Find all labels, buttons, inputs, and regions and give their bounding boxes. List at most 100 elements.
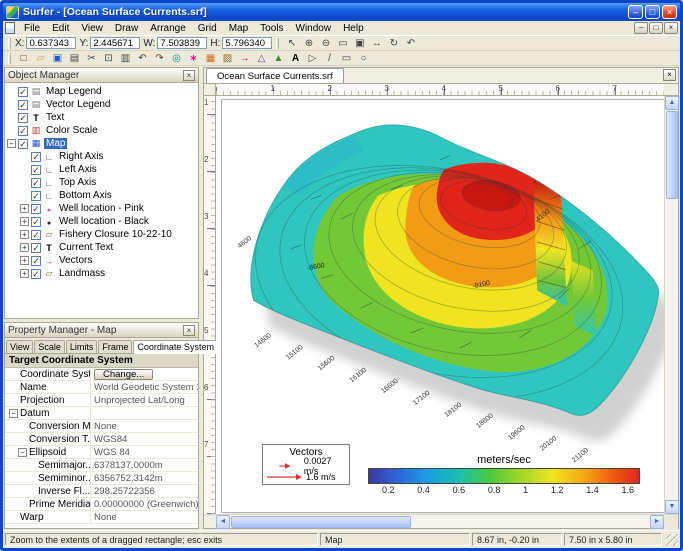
vertical-scrollbar[interactable]: ▲ ▼ <box>664 96 678 514</box>
close-button[interactable]: × <box>662 5 677 19</box>
menu-item[interactable]: Map <box>223 22 254 35</box>
menu-item[interactable]: View <box>75 22 109 35</box>
property-tab[interactable]: Limits <box>66 340 98 353</box>
property-row[interactable]: Semiminor... 6356752.3142m <box>5 472 198 485</box>
vector-legend-box[interactable]: Vectors 0.0027 m/s 1.6 m/s <box>262 444 350 485</box>
paste-icon[interactable]: ▥ <box>117 52 134 65</box>
previous-view-icon[interactable]: ↶ <box>402 37 419 50</box>
property-value[interactable]: World Geodetic System 1984 <box>91 382 198 393</box>
tree-item[interactable]: ✓ Map Legend <box>7 85 198 98</box>
property-value[interactable]: WGS 84 <box>91 447 198 458</box>
tree-checkbox[interactable]: ✓ <box>31 230 41 240</box>
zoom-full-extent-icon[interactable]: ▣ <box>351 37 368 50</box>
print-icon[interactable]: ▤ <box>66 52 83 65</box>
property-value[interactable]: 6378137.0000m <box>91 460 198 471</box>
tree-checkbox[interactable]: ✓ <box>18 113 28 123</box>
resize-grip[interactable] <box>664 533 678 546</box>
new-icon[interactable]: □ <box>15 52 32 65</box>
tree-item[interactable]: ✓ Color Scale <box>7 124 198 137</box>
property-tab[interactable]: Coordinate System <box>133 340 218 354</box>
vector-map-icon[interactable]: → <box>236 52 253 65</box>
tree-item[interactable]: ✓ Left Axis <box>20 163 198 176</box>
coord-input[interactable] <box>90 37 140 49</box>
property-row[interactable]: Prime Meridia... 0.00000000 (Greenwich) <box>5 498 198 511</box>
polygon-tool-icon[interactable]: ▷ <box>304 52 321 65</box>
menu-item[interactable]: Grid <box>192 22 223 35</box>
tree-item[interactable]: + ✓ Vectors <box>20 254 198 267</box>
tree-expander-icon[interactable]: + <box>20 230 29 239</box>
property-tab[interactable]: View <box>6 340 33 353</box>
minimize-button[interactable]: – <box>628 5 643 19</box>
property-row[interactable]: − Ellipsoid WGS 84 <box>5 446 198 459</box>
cut-icon[interactable]: ✂ <box>83 52 100 65</box>
tree-checkbox[interactable]: ✓ <box>31 191 41 201</box>
tree-checkbox[interactable]: ✓ <box>31 178 41 188</box>
doc-restore-button[interactable]: □ <box>649 22 663 34</box>
tree-checkbox[interactable]: ✓ <box>31 165 41 175</box>
tree-item[interactable]: ✓ Text <box>7 111 198 124</box>
property-value[interactable]: 298.25722356 <box>91 486 198 497</box>
save-icon[interactable]: ▣ <box>49 52 66 65</box>
tree-checkbox[interactable]: ✓ <box>18 139 28 149</box>
tree-checkbox[interactable]: ✓ <box>31 243 41 253</box>
menu-item[interactable]: Tools <box>254 22 289 35</box>
map-3d-surface[interactable]: 14600 15100 15600 16100 16600 17100 1810… <box>222 100 664 482</box>
menu-item[interactable]: Draw <box>109 22 144 35</box>
property-expander-icon[interactable]: − <box>9 409 18 418</box>
restore-button[interactable]: □ <box>645 5 660 19</box>
tree-checkbox[interactable]: ✓ <box>18 126 28 136</box>
tree-item[interactable]: + ✓ Well location - Black <box>20 215 198 228</box>
coord-input[interactable] <box>157 37 207 49</box>
property-row[interactable]: Conversion T... WGS84 <box>5 433 198 446</box>
scroll-right-icon[interactable]: ► <box>650 515 664 529</box>
property-value[interactable]: 0.00000000 (Greenwich) <box>91 499 198 510</box>
tree-item[interactable]: + ✓ Fishery Closure 10-22-10 <box>20 228 198 241</box>
tree-expander-icon[interactable]: + <box>20 256 29 265</box>
scroll-up-icon[interactable]: ▲ <box>665 96 679 110</box>
open-icon[interactable]: ▱ <box>32 52 49 65</box>
property-row[interactable]: Conversion M... None <box>5 420 198 433</box>
tree-item[interactable]: ✓ Vector Legend <box>7 98 198 111</box>
text-tool-icon[interactable]: A <box>287 52 304 65</box>
tree-expander-icon[interactable]: + <box>20 269 29 278</box>
pan-icon[interactable]: ↔ <box>368 37 385 50</box>
zoom-rectangle-icon[interactable]: ▭ <box>334 37 351 50</box>
coord-input[interactable] <box>26 37 76 49</box>
tree-checkbox[interactable]: ✓ <box>31 152 41 162</box>
contour-map-icon[interactable]: ◎ <box>168 52 185 65</box>
property-tab[interactable]: Frame <box>98 340 132 353</box>
property-row[interactable]: Semimajor... 6378137.0000m <box>5 459 198 472</box>
tree-item[interactable]: ✓ Bottom Axis <box>20 189 198 202</box>
toolbar-grip[interactable] <box>8 38 11 49</box>
property-manager-close-button[interactable]: × <box>183 325 195 336</box>
post-map-icon[interactable]: ∗ <box>185 52 202 65</box>
tree-expander-icon[interactable]: + <box>20 217 29 226</box>
property-value[interactable]: None <box>91 421 198 432</box>
tree-item[interactable]: ✓ Right Axis <box>20 150 198 163</box>
ellipse-tool-icon[interactable]: ○ <box>355 52 372 65</box>
tree-checkbox[interactable]: ✓ <box>18 87 28 97</box>
redraw-icon[interactable]: ↻ <box>385 37 402 50</box>
tree-item[interactable]: + ✓ Landmass <box>20 267 198 280</box>
scroll-down-icon[interactable]: ▼ <box>665 500 679 514</box>
property-row[interactable]: Name World Geodetic System 1984 <box>5 381 198 394</box>
copy-icon[interactable]: ⊡ <box>100 52 117 65</box>
object-manager-close-button[interactable]: × <box>183 70 195 81</box>
scroll-left-icon[interactable]: ◄ <box>216 515 230 529</box>
undo-icon[interactable]: ↶ <box>134 52 151 65</box>
horizontal-scrollbar[interactable]: ◄ ► <box>216 515 664 528</box>
tree-expander-icon[interactable]: + <box>20 204 29 213</box>
property-row[interactable]: Inverse Fl... 298.25722356 <box>5 485 198 498</box>
toolbar-grip[interactable] <box>276 38 279 49</box>
property-tab[interactable]: Scale <box>34 340 65 353</box>
menu-item[interactable]: Edit <box>46 22 75 35</box>
horizontal-scroll-thumb[interactable] <box>231 516 411 528</box>
property-expander-icon[interactable]: − <box>18 448 27 457</box>
select-icon[interactable]: ↖ <box>283 37 300 50</box>
property-value[interactable]: None <box>91 512 198 523</box>
tree-checkbox[interactable]: ✓ <box>18 100 28 110</box>
property-value[interactable]: Unprojected Lat/Long <box>91 395 198 406</box>
zoom-out-icon[interactable]: ⊖ <box>317 37 334 50</box>
redo-icon[interactable]: ↷ <box>151 52 168 65</box>
property-row[interactable]: Warp None <box>5 511 198 524</box>
